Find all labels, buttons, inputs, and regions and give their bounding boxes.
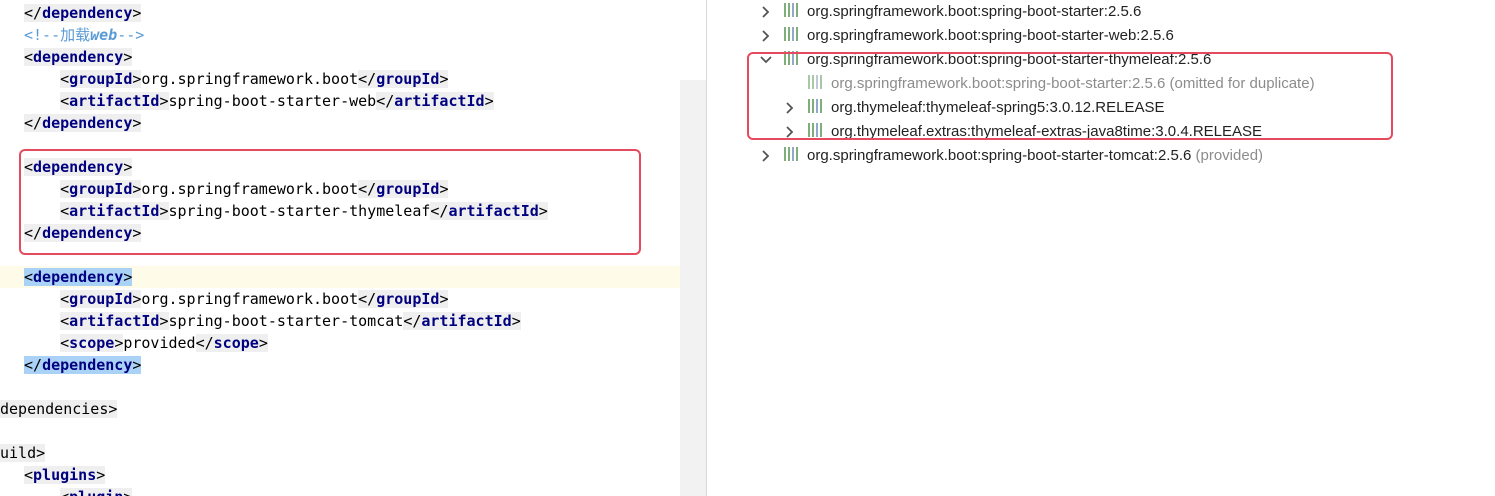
dependency-scope-note: (provided) (1191, 147, 1264, 164)
code-line[interactable]: <artifactId>spring-boot-starter-web</art… (24, 90, 494, 112)
code-line[interactable]: <plugin> (24, 486, 133, 496)
code-line[interactable]: <groupId>org.springframework.boot</group… (24, 288, 449, 310)
dependency-label: org.springframework.boot:spring-boot-sta… (807, 3, 1142, 20)
thymeleaf-dependency-highlight-box (19, 149, 641, 255)
pom-xml-editor[interactable]: </dependency> <!--加载web--> <dependency> <g… (0, 0, 706, 496)
code-line[interactable]: <dependency> (24, 266, 133, 288)
code-line[interactable]: </dependency> (24, 354, 142, 376)
code-line[interactable]: <groupId>org.springframework.boot</group… (24, 68, 449, 90)
library-icon (784, 27, 798, 41)
code-line[interactable]: uild> (0, 442, 46, 464)
code-line[interactable]: </dependency> (24, 2, 142, 24)
dependency-node[interactable]: org.springframework.boot:spring-boot-sta… (783, 0, 1141, 24)
thymeleaf-tree-highlight-box (747, 52, 1393, 140)
code-line[interactable]: <plugins> (24, 464, 106, 486)
maven-dependency-tree[interactable]: org.springframework.boot:spring-boot-sta… (707, 0, 1495, 496)
library-icon (784, 147, 798, 161)
chevron-right-icon[interactable] (759, 0, 773, 24)
code-line[interactable]: <artifactId>spring-boot-starter-tomcat</… (24, 310, 521, 332)
dependency-label: org.springframework.boot:spring-boot-sta… (807, 27, 1174, 44)
dependency-label: org.springframework.boot:spring-boot-sta… (807, 147, 1192, 164)
code-line[interactable]: dependencies> (0, 398, 118, 420)
code-line[interactable]: <!--加载web--> (24, 24, 144, 46)
chevron-right-icon[interactable] (759, 144, 773, 168)
dependency-node[interactable]: org.springframework.boot:spring-boot-sta… (783, 24, 1174, 48)
code-line[interactable]: <scope>provided</scope> (24, 332, 268, 354)
chevron-right-icon[interactable] (759, 24, 773, 48)
editor-scrollbar[interactable] (680, 80, 706, 496)
code-line[interactable]: </dependency> (24, 112, 142, 134)
code-line[interactable]: <dependency> (24, 46, 133, 68)
library-icon (784, 3, 798, 17)
dependency-node[interactable]: org.springframework.boot:spring-boot-sta… (783, 144, 1263, 168)
